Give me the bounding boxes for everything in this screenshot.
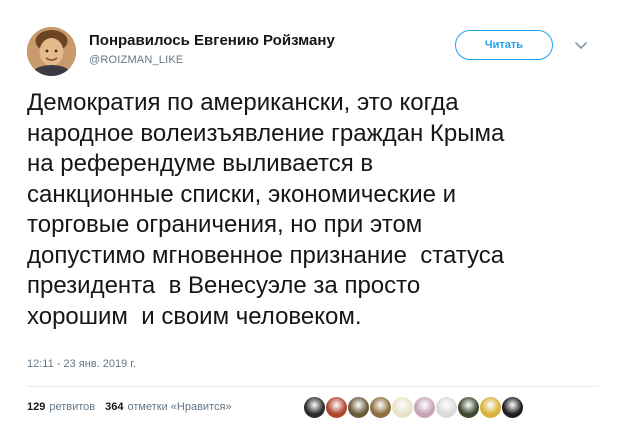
liker-avatars xyxy=(303,396,524,420)
retweets-label[interactable]: ретвитов xyxy=(49,401,95,413)
tweet-timestamp[interactable]: 12:11 - 23 янв. 2019 г. xyxy=(27,358,136,370)
tweet-text: Демократия по американски, это когда нар… xyxy=(27,89,505,330)
tweet-stats: 129 ретвитов 364 отметки «Нравится» xyxy=(27,401,242,413)
divider xyxy=(27,386,598,387)
follow-button[interactable]: Читать xyxy=(455,30,553,60)
likes-label[interactable]: отметки «Нравится» xyxy=(128,401,232,413)
liker-avatar[interactable] xyxy=(391,396,414,419)
liker-avatar[interactable] xyxy=(413,396,436,419)
likes-count[interactable]: 364 xyxy=(105,401,123,413)
tweet-card: Понравилось Евгению Ройзману @ROIZMAN_LI… xyxy=(0,0,625,441)
liker-avatar[interactable] xyxy=(457,396,480,419)
liker-avatar[interactable] xyxy=(347,396,370,419)
liker-avatar[interactable] xyxy=(325,396,348,419)
liker-avatar[interactable] xyxy=(369,396,392,419)
liker-avatar[interactable] xyxy=(479,396,502,419)
account-handle[interactable]: @ROIZMAN_LIKE xyxy=(89,54,183,66)
chevron-down-icon[interactable] xyxy=(573,37,589,53)
retweets-count[interactable]: 129 xyxy=(27,401,45,413)
liker-avatar[interactable] xyxy=(501,396,524,419)
liker-avatar[interactable] xyxy=(303,396,326,419)
display-name[interactable]: Понравилось Евгению Ройзману xyxy=(89,32,335,49)
liker-avatar[interactable] xyxy=(435,396,458,419)
avatar[interactable] xyxy=(27,27,76,76)
